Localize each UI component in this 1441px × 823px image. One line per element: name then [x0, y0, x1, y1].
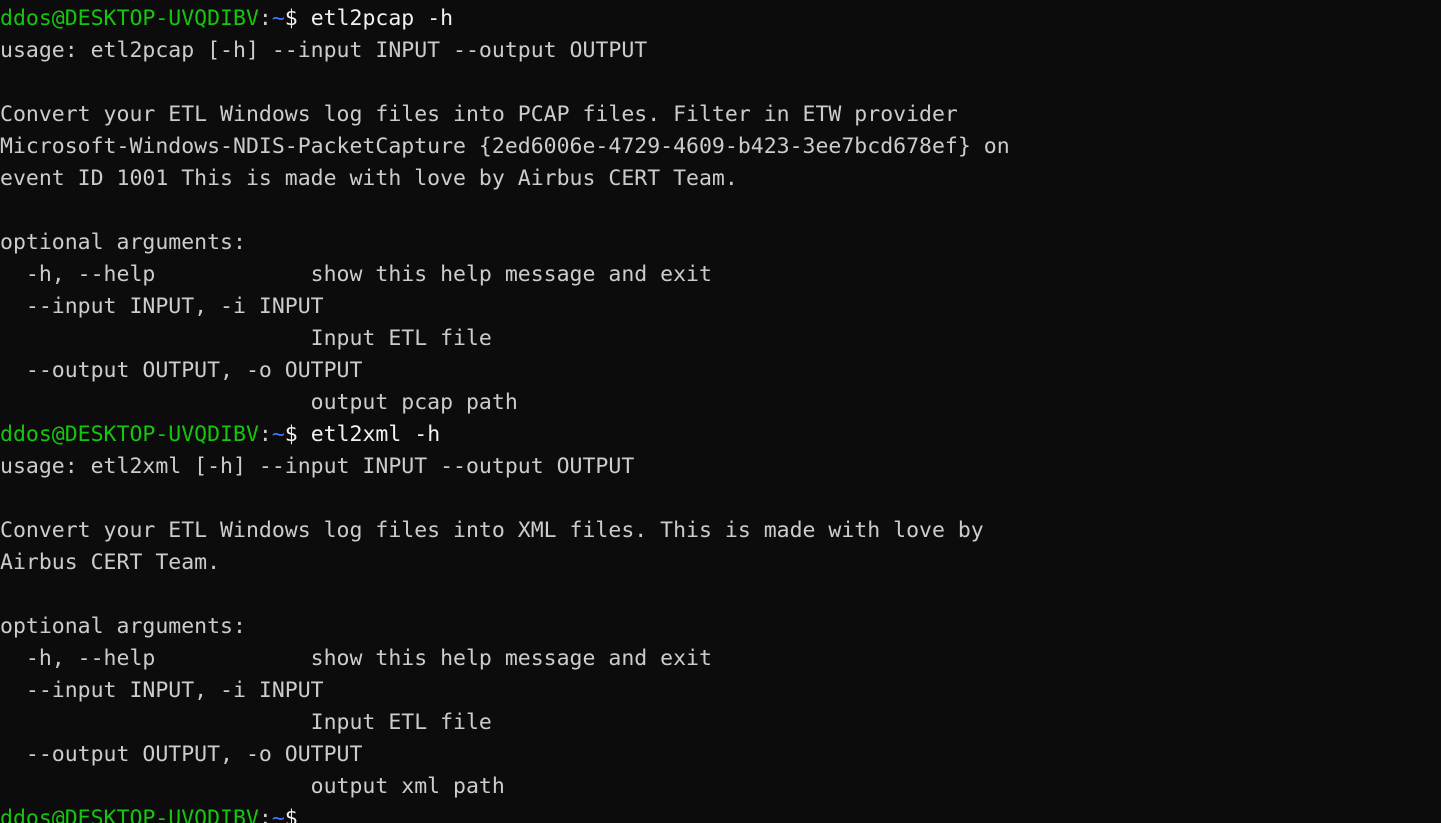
terminal-line-text: optional arguments: [0, 614, 246, 639]
terminal-line-text: --input INPUT, -i INPUT [0, 294, 324, 319]
prompt-symbol: $ [284, 422, 298, 447]
terminal-line-text: -h, --help show this help message and ex… [0, 262, 712, 287]
terminal-output-line: output pcap path [0, 387, 1441, 419]
terminal-prompt-line[interactable]: ddos@DESKTOP-UVQDIBV:~$ [0, 803, 1441, 823]
terminal-line-text: usage: etl2xml [-h] --input INPUT --outp… [0, 454, 635, 479]
prompt-user-host: ddos@DESKTOP-UVQDIBV [0, 422, 259, 447]
prompt-colon: : [258, 806, 272, 823]
prompt-symbol: $ [284, 806, 298, 823]
terminal-output-line: -h, --help show this help message and ex… [0, 643, 1441, 675]
terminal-output-line: -h, --help show this help message and ex… [0, 259, 1441, 291]
terminal-command-text[interactable]: etl2xml -h [298, 422, 440, 447]
terminal-screen-buffer[interactable]: ddos@DESKTOP-UVQDIBV:~$ etl2pcap -h usage… [0, 3, 1441, 823]
terminal-output-line: output xml path [0, 771, 1441, 803]
terminal-command-text[interactable]: etl2pcap -h [298, 6, 453, 31]
terminal-window[interactable]: ddos@DESKTOP-UVQDIBV:~$ etl2pcap -h usage… [0, 0, 1441, 823]
terminal-output-line: --input INPUT, -i INPUT [0, 291, 1441, 323]
terminal-output-line: Convert your ETL Windows log files into … [0, 515, 1441, 547]
terminal-line-text: --input INPUT, -i INPUT [0, 678, 324, 703]
prompt-user-host: ddos@DESKTOP-UVQDIBV [0, 6, 259, 31]
terminal-line-text: output pcap path [0, 390, 518, 415]
terminal-output-line: --input INPUT, -i INPUT [0, 675, 1441, 707]
prompt-path: ~ [271, 422, 285, 447]
terminal-line-text: Convert your ETL Windows log files into … [0, 102, 958, 127]
terminal-output-line: Input ETL file [0, 323, 1441, 355]
terminal-output-line: --output OUTPUT, -o OUTPUT [0, 739, 1441, 771]
terminal-line-text: optional arguments: [0, 230, 246, 255]
terminal-line-text: usage: etl2pcap [-h] --input INPUT --out… [0, 38, 648, 63]
prompt-user-host: ddos@DESKTOP-UVQDIBV [0, 806, 259, 823]
terminal-line-text: Microsoft-Windows-NDIS-PacketCapture {2e… [0, 134, 1010, 159]
terminal-line-text: Input ETL file [0, 710, 492, 735]
terminal-output-line: optional arguments: [0, 227, 1441, 259]
terminal-output-line: usage: etl2xml [-h] --input INPUT --outp… [0, 451, 1441, 483]
prompt-path: ~ [271, 806, 285, 823]
terminal-line-text: event ID 1001 This is made with love by … [0, 166, 738, 191]
terminal-output-line: Convert your ETL Windows log files into … [0, 99, 1441, 131]
terminal-line-text: Convert your ETL Windows log files into … [0, 518, 984, 543]
terminal-output-line: event ID 1001 This is made with love by … [0, 163, 1441, 195]
terminal-line-text: Airbus CERT Team. [0, 550, 221, 575]
terminal-output-line: Microsoft-Windows-NDIS-PacketCapture {2e… [0, 131, 1441, 163]
terminal-line-text: Input ETL file [0, 326, 492, 351]
prompt-colon: : [258, 422, 272, 447]
terminal-line-text: --output OUTPUT, -o OUTPUT [0, 358, 363, 383]
prompt-path: ~ [271, 6, 285, 31]
terminal-output-line: Airbus CERT Team. [0, 547, 1441, 579]
prompt-symbol: $ [284, 6, 298, 31]
terminal-output-line: --output OUTPUT, -o OUTPUT [0, 355, 1441, 387]
terminal-line-text: output xml path [0, 774, 505, 799]
terminal-prompt-line[interactable]: ddos@DESKTOP-UVQDIBV:~$ etl2pcap -h [0, 3, 1441, 35]
terminal-output-line: optional arguments: [0, 611, 1441, 643]
terminal-output-line: usage: etl2pcap [-h] --input INPUT --out… [0, 35, 1441, 67]
prompt-colon: : [258, 6, 272, 31]
terminal-line-text: --output OUTPUT, -o OUTPUT [0, 742, 363, 767]
terminal-output-line: Input ETL file [0, 707, 1441, 739]
terminal-line-text: -h, --help show this help message and ex… [0, 646, 712, 671]
terminal-prompt-line[interactable]: ddos@DESKTOP-UVQDIBV:~$ etl2xml -h [0, 419, 1441, 451]
